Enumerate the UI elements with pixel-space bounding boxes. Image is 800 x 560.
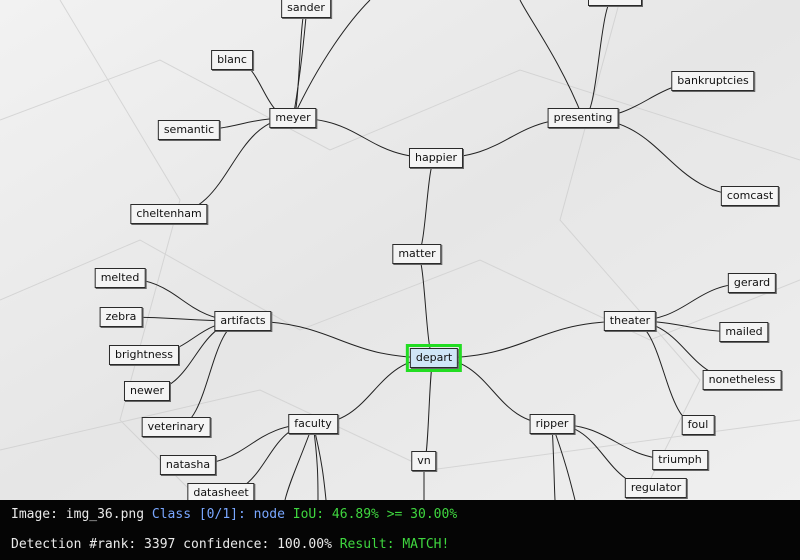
image-label: Image: img_36.png [11, 507, 145, 522]
node-matter[interactable]: matter [392, 244, 442, 264]
status-line-1: Image: img_36.png Class [0/1]: node IoU:… [11, 507, 457, 522]
node-ripper[interactable]: ripper [529, 414, 575, 434]
node-brightness[interactable]: brightness [108, 345, 180, 365]
node-veterinary[interactable]: veterinary [141, 417, 211, 437]
class-label: Class [0/1]: node [151, 507, 285, 522]
node-zebra[interactable]: zebra [99, 307, 143, 327]
node-artifacts[interactable]: artifacts [214, 311, 272, 331]
iou-label: IoU: 46.89% >= 30.00% [292, 507, 458, 522]
node-natasha[interactable]: natasha [159, 455, 217, 475]
node-vn[interactable]: vn [411, 451, 437, 471]
node-mailed[interactable]: mailed [719, 322, 769, 342]
node-foul[interactable]: foul [681, 415, 715, 435]
node-cheltenham[interactable]: cheltenham [130, 204, 208, 224]
status-line-2: Detection #rank: 3397 confidence: 100.00… [11, 537, 449, 552]
node-faculty[interactable]: faculty [288, 414, 338, 434]
node-semantic[interactable]: semantic [157, 120, 221, 140]
node-happier[interactable]: happier [408, 148, 464, 168]
node-regulator[interactable]: regulator [624, 478, 688, 498]
detection-status-bar: Image: img_36.png Class [0/1]: node IoU:… [0, 500, 800, 560]
node-triumph[interactable]: triumph [652, 450, 708, 470]
rank-label: Detection #rank: 3397 confidence: 100.00… [11, 537, 332, 552]
node-gerard[interactable]: gerard [727, 273, 777, 293]
node-top-right[interactable] [588, 0, 642, 6]
node-newer[interactable]: newer [123, 381, 171, 401]
node-nonetheless[interactable]: nonetheless [702, 370, 782, 390]
result-label: Result: MATCH! [339, 537, 450, 552]
node-melted[interactable]: melted [94, 268, 146, 288]
node-presenting[interactable]: presenting [547, 108, 619, 128]
diagram-canvas: sander blanc meyer semantic cheltenham h… [0, 0, 800, 500]
node-comcast[interactable]: comcast [720, 186, 780, 206]
node-blanc[interactable]: blanc [211, 50, 253, 70]
node-sander[interactable]: sander [281, 0, 331, 18]
node-depart[interactable]: depart [405, 344, 463, 372]
node-bankruptcies[interactable]: bankruptcies [671, 71, 755, 91]
node-datasheet[interactable]: datasheet [187, 483, 255, 500]
node-meyer[interactable]: meyer [269, 108, 317, 128]
node-theater[interactable]: theater [603, 311, 657, 331]
